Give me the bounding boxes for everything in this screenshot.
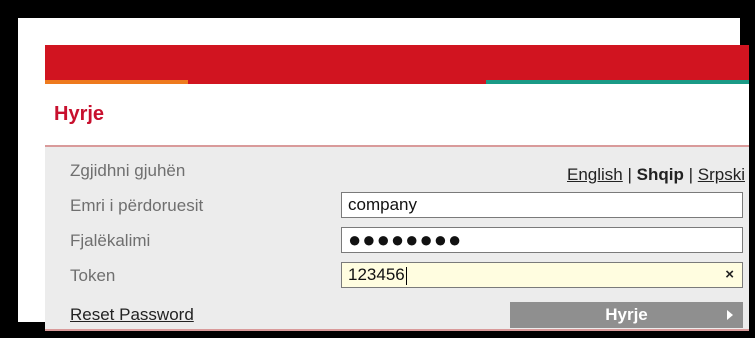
page-title: Hyrje [54, 103, 105, 125]
bottom-divider [45, 329, 749, 331]
login-form: Zgjidhni gjuhën English | Shqip | Srpski… [45, 147, 749, 331]
token-label: Token [70, 266, 116, 285]
language-srpski-link[interactable]: Srpski [698, 165, 745, 184]
header-bar [45, 45, 749, 80]
token-field[interactable]: 123456 × [341, 262, 743, 288]
language-english-link[interactable]: English [567, 165, 623, 184]
login-button[interactable]: Hyrje [510, 302, 743, 328]
username-label: Emri i përdoruesit [70, 196, 204, 215]
language-label: Zgjidhni gjuhën [70, 161, 186, 180]
text-caret [405, 266, 407, 285]
login-window: Hyrje Zgjidhni gjuhën English | Shqip | … [45, 45, 749, 331]
language-separator: | [627, 165, 632, 184]
password-field[interactable]: ●●●●●●●● [341, 227, 743, 253]
password-value: ●●●●●●●● [348, 227, 463, 252]
language-shqip-current: Shqip [636, 165, 684, 184]
stripe-orange [45, 80, 188, 84]
token-value: 123456 [348, 265, 405, 284]
stripe-red [188, 80, 486, 84]
username-value: company [348, 195, 417, 214]
login-button-label: Hyrje [605, 305, 648, 324]
language-selector: English | Shqip | Srpski [567, 165, 745, 185]
password-label: Fjalëkalimi [70, 231, 151, 250]
clear-icon[interactable]: × [725, 263, 734, 287]
reset-password-link[interactable]: Reset Password [70, 305, 194, 325]
stripe-teal [486, 80, 749, 84]
arrow-right-icon [727, 310, 733, 320]
outer-frame: Hyrje Zgjidhni gjuhën English | Shqip | … [18, 18, 749, 331]
username-field[interactable]: company [341, 192, 743, 218]
language-separator: | [688, 165, 694, 184]
